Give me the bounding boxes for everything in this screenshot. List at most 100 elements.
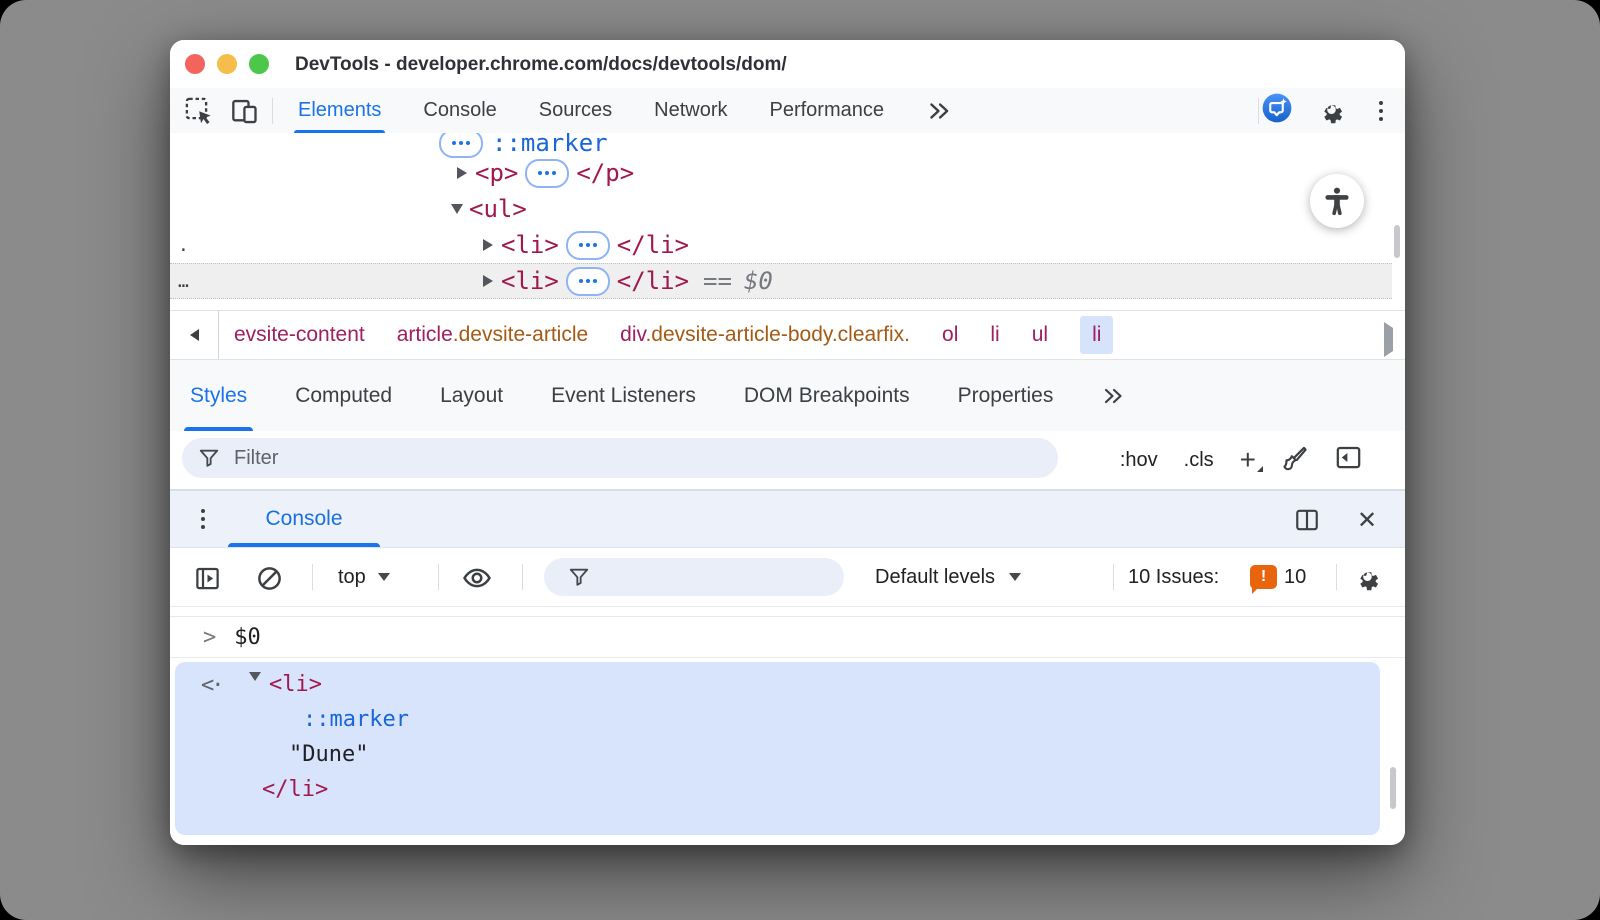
- main-menu-kebab-button[interactable]: [1366, 96, 1396, 126]
- elements-breadcrumb-bar: evsite-content article.devsite-article d…: [170, 310, 1405, 360]
- chevron-right-icon: [1384, 322, 1393, 357]
- inspect-element-icon[interactable]: [184, 96, 214, 126]
- devtools-window: DevTools - developer.chrome.com/docs/dev…: [170, 40, 1405, 845]
- tag-open: <p>: [475, 159, 518, 187]
- result-pseudo-element: ::marker: [303, 707, 409, 732]
- ai-assistant-icon: [1262, 90, 1292, 126]
- console-sidebar-toggle-button[interactable]: [192, 563, 222, 593]
- console-sidebar-icon: [194, 565, 221, 592]
- tree-row-ul[interactable]: <ul>: [451, 191, 527, 227]
- tab-elements[interactable]: Elements: [298, 88, 381, 133]
- dock-panel-icon: [1335, 444, 1362, 471]
- elements-scrollbar-thumb[interactable]: [1394, 225, 1400, 258]
- collapse-arrow-icon[interactable]: [249, 681, 267, 706]
- toolbar-separator: [1258, 98, 1259, 124]
- gutter-ellipsis: …: [178, 271, 189, 292]
- toolbar-separator: [312, 564, 313, 590]
- tab-properties[interactable]: Properties: [958, 360, 1054, 431]
- execution-context-selector[interactable]: top: [338, 548, 390, 606]
- close-x-icon: ✕: [1357, 506, 1377, 535]
- tab-computed[interactable]: Computed: [295, 360, 392, 431]
- tag-open: <ul>: [469, 195, 527, 223]
- styles-filter-row: :hov .cls +: [170, 431, 1405, 490]
- pseudo-element-label: ::marker: [492, 133, 608, 157]
- tab-styles[interactable]: Styles: [190, 360, 247, 431]
- tab-sources[interactable]: Sources: [539, 88, 612, 133]
- close-drawer-button[interactable]: ✕: [1352, 505, 1382, 535]
- console-echo-value: $0: [234, 625, 261, 650]
- breadcrumb-item-devsite-content[interactable]: evsite-content: [234, 323, 365, 347]
- tab-elements-label: Elements: [298, 99, 381, 122]
- issues-badge-icon[interactable]: !: [1250, 565, 1277, 589]
- issues-counter-label[interactable]: 10 Issues:: [1128, 548, 1219, 606]
- console-toolbar: top Default levels 1: [170, 548, 1405, 607]
- result-string-value: "Dune": [289, 742, 368, 767]
- drawer-tab-console[interactable]: Console: [228, 491, 380, 547]
- styles-toolbar-buttons: :hov .cls +: [1120, 431, 1362, 489]
- ellipsis-pill-icon[interactable]: [525, 159, 569, 188]
- filter-funnel-icon: [198, 447, 220, 469]
- equals-sign: ==: [703, 267, 732, 295]
- styles-filter-field[interactable]: [182, 438, 1058, 478]
- maximize-window-button[interactable]: [249, 54, 269, 74]
- ai-assistant-button[interactable]: [1262, 93, 1292, 123]
- console-messages-area: > $0 <· <li> ::marker "Dune" </li>: [170, 607, 1405, 845]
- tree-row-li-2-selected[interactable]: <li> </li> == $0: [170, 263, 1392, 299]
- toggle-element-state-button[interactable]: :hov: [1120, 449, 1158, 472]
- breadcrumb-item-div[interactable]: div.devsite-article-body.clearfix.: [620, 323, 910, 347]
- tab-network-label: Network: [654, 99, 727, 122]
- live-expression-button[interactable]: [462, 563, 492, 593]
- ellipsis-pill-icon[interactable]: [439, 133, 483, 158]
- more-style-tabs-button[interactable]: [1101, 360, 1125, 431]
- tab-network[interactable]: Network: [654, 88, 727, 133]
- console-settings-button[interactable]: [1352, 563, 1382, 593]
- accessibility-widget-button[interactable]: [1310, 174, 1364, 228]
- breadcrumb-item-li-selected[interactable]: li: [1080, 316, 1113, 354]
- expand-arrow-icon[interactable]: [483, 239, 493, 251]
- settings-gear-button[interactable]: [1316, 96, 1346, 126]
- tab-console[interactable]: Console: [423, 88, 496, 133]
- clear-circle-slash-icon: [256, 565, 283, 592]
- collapse-arrow-icon[interactable]: [451, 204, 463, 214]
- tab-event-listeners[interactable]: Event Listeners: [551, 360, 696, 431]
- toolbar-separator: [1113, 564, 1114, 590]
- console-filter-input[interactable]: [600, 565, 804, 589]
- breadcrumb-item-li[interactable]: li: [990, 323, 999, 347]
- drawer-tab-console-label: Console: [265, 507, 342, 531]
- more-tabs-button[interactable]: [926, 88, 952, 133]
- tree-row-p[interactable]: <p> </p>: [457, 155, 634, 191]
- breadcrumb-scroll-right-button[interactable]: [1384, 328, 1393, 352]
- tab-layout[interactable]: Layout: [440, 360, 503, 431]
- drawer-menu-kebab-button[interactable]: [188, 504, 218, 534]
- tab-dom-breakpoints[interactable]: DOM Breakpoints: [744, 360, 910, 431]
- ellipsis-pill-icon[interactable]: [566, 231, 610, 260]
- breadcrumb-item-ul[interactable]: ul: [1032, 323, 1048, 347]
- crumb-tag: div: [620, 323, 645, 346]
- toggle-class-button[interactable]: .cls: [1184, 449, 1214, 472]
- ellipsis-pill-icon[interactable]: [566, 267, 610, 296]
- device-toolbar-icon[interactable]: [230, 96, 260, 126]
- console-filter-field[interactable]: [544, 558, 844, 596]
- minimize-window-button[interactable]: [217, 54, 237, 74]
- new-style-rule-button[interactable]: +: [1240, 450, 1256, 470]
- tab-performance[interactable]: Performance: [770, 88, 885, 133]
- dock-sidebar-button[interactable]: [1335, 444, 1362, 477]
- expand-arrow-icon[interactable]: [483, 275, 493, 287]
- split-panel-button[interactable]: [1292, 505, 1322, 535]
- log-levels-selector[interactable]: Default levels: [875, 548, 1021, 606]
- breadcrumb-scroll-left-button[interactable]: [170, 311, 219, 359]
- breadcrumb-item-article[interactable]: article.devsite-article: [397, 323, 588, 347]
- rendering-brush-button[interactable]: [1282, 444, 1309, 477]
- styles-filter-input[interactable]: [232, 446, 936, 471]
- device-toolbar-icon: [231, 97, 259, 125]
- expand-arrow-icon[interactable]: [457, 167, 467, 179]
- window-title: DevTools - developer.chrome.com/docs/dev…: [295, 40, 787, 88]
- tree-row-li-1[interactable]: <li> </li>: [483, 227, 689, 263]
- clear-console-button[interactable]: [254, 563, 284, 593]
- inspect-element-icon: [185, 97, 213, 125]
- crumb-classes: .devsite-article-body.clearfix.: [645, 323, 910, 346]
- tag-close: </p>: [576, 159, 634, 187]
- breadcrumb-item-ol[interactable]: ol: [942, 323, 958, 347]
- console-scrollbar-thumb[interactable]: [1390, 767, 1396, 809]
- close-window-button[interactable]: [185, 54, 205, 74]
